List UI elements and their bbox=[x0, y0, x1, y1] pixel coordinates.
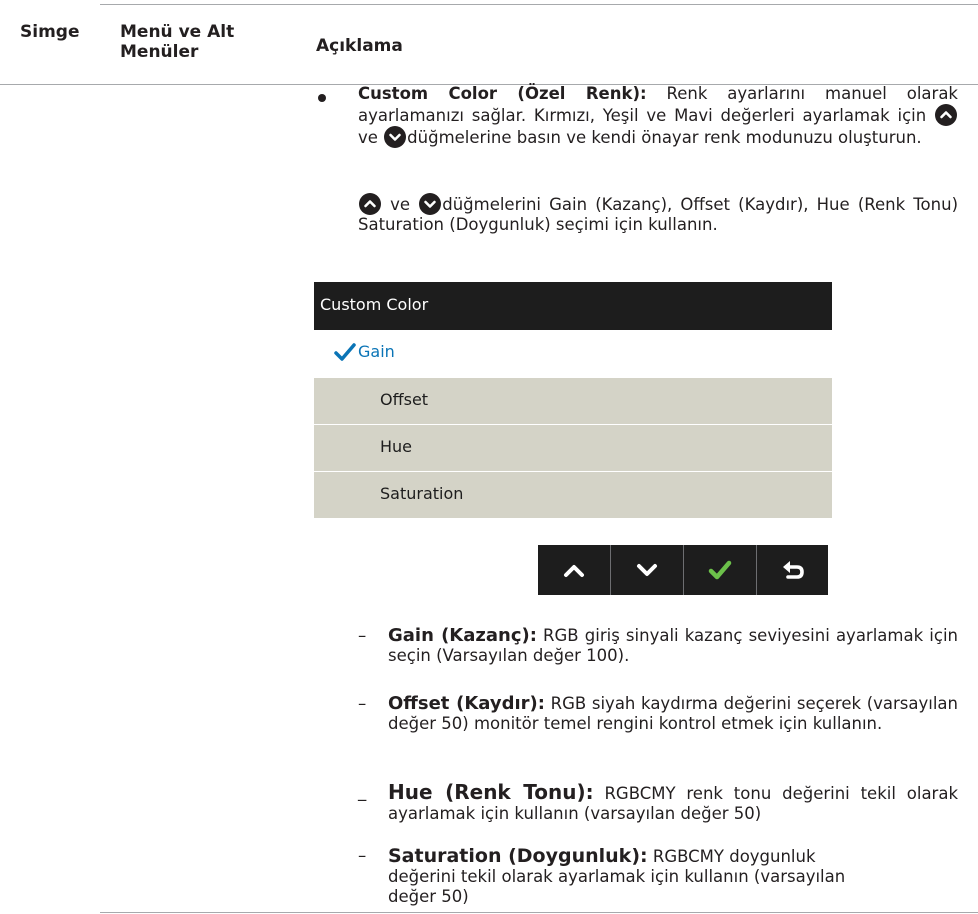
paragraph-text-3: düğmelerini Gain (Kazanç), Offset (Kaydı… bbox=[358, 195, 959, 234]
osd-item-label: Gain bbox=[358, 342, 395, 361]
offset-term: Offset (Kaydır): bbox=[388, 693, 545, 714]
saturation-text-block: Saturation (Doygunluk): RGBCMY doygunluk… bbox=[388, 846, 858, 907]
chevron-down-icon bbox=[637, 564, 657, 576]
bullet-icon bbox=[318, 94, 326, 102]
custom-color-osd-menu: Custom Color Gain Offset Hue Saturation bbox=[314, 282, 832, 520]
header-menu-column: Menü ve Alt Menüler bbox=[120, 22, 234, 62]
saturation-term: Saturation (Doygunluk): bbox=[388, 845, 648, 867]
confirm-button[interactable] bbox=[684, 545, 756, 595]
dash-bullet: – bbox=[358, 694, 367, 713]
back-icon bbox=[783, 561, 804, 579]
osd-item-saturation[interactable]: Saturation bbox=[314, 472, 832, 518]
osd-item-label: Hue bbox=[380, 437, 413, 456]
osd-item-gain[interactable]: Gain bbox=[314, 330, 832, 376]
table-top-rule bbox=[100, 4, 978, 5]
osd-button-bar bbox=[538, 545, 828, 595]
checkmark-icon bbox=[334, 343, 356, 361]
up-button-icon bbox=[935, 104, 957, 126]
gain-term: Gain (Kazanç): bbox=[388, 625, 537, 646]
header-icon-column: Simge bbox=[20, 22, 80, 42]
custom-color-term: Custom Color (Özel Renk): bbox=[358, 84, 647, 103]
up-button-icon bbox=[359, 193, 381, 215]
hue-text-block: Hue (Renk Tonu): RGBCMY renk tonu değeri… bbox=[388, 782, 958, 824]
paragraph-and-1: ve bbox=[358, 128, 384, 147]
custom-color-paragraph: Custom Color (Özel Renk): Renk ayarların… bbox=[358, 84, 958, 148]
checkmark-icon bbox=[708, 560, 732, 580]
down-button-icon bbox=[419, 193, 442, 215]
osd-item-label: Offset bbox=[380, 390, 429, 409]
offset-text-block: Offset (Kaydır): RGB siyah kaydırma değe… bbox=[388, 694, 958, 734]
osd-title: Custom Color bbox=[320, 295, 429, 314]
header-menu-line1: Menü ve Alt bbox=[120, 22, 235, 42]
buttons-usage-paragraph: ve düğmelerini Gain (Kazanç), Offset (Ka… bbox=[358, 193, 958, 235]
header-menu-line2: Menüler bbox=[120, 42, 199, 62]
osd-title-bar: Custom Color bbox=[314, 282, 832, 330]
osd-item-hue[interactable]: Hue bbox=[314, 425, 832, 471]
dash-bullet: – bbox=[358, 846, 367, 865]
down-button[interactable] bbox=[611, 545, 683, 595]
dash-bullet: _ bbox=[358, 782, 367, 801]
back-button[interactable] bbox=[757, 545, 829, 595]
gain-text-block: Gain (Kazanç): RGB giriş sinyali kazanç … bbox=[388, 626, 958, 666]
hue-term: Hue (Renk Tonu): bbox=[388, 780, 594, 804]
table-bottom-rule bbox=[100, 912, 978, 913]
paragraph-and-2: ve bbox=[382, 195, 419, 214]
up-button[interactable] bbox=[538, 545, 610, 595]
dash-bullet: – bbox=[358, 626, 367, 645]
osd-item-offset[interactable]: Offset bbox=[314, 378, 832, 424]
paragraph-text-2: düğmelerine basın ve kendi önayar renk m… bbox=[407, 128, 922, 147]
down-button-icon bbox=[384, 126, 407, 148]
chevron-up-icon bbox=[564, 565, 584, 577]
osd-item-label: Saturation bbox=[380, 484, 464, 503]
header-description-column: Açıklama bbox=[316, 36, 403, 56]
